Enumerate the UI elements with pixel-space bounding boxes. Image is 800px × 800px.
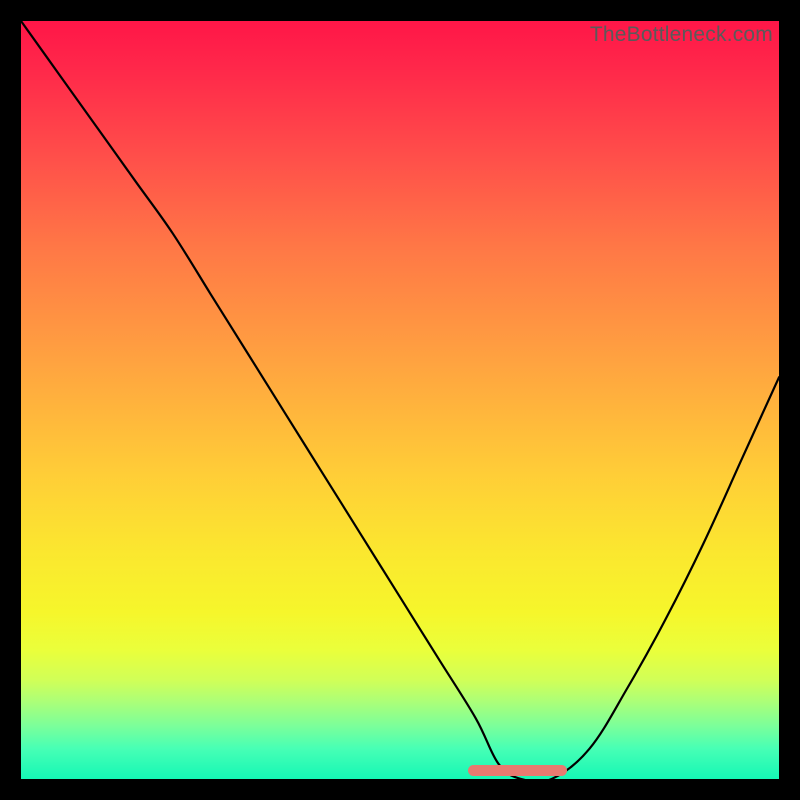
chart-plot-area: TheBottleneck.com <box>21 21 779 779</box>
optimal-range-marker <box>468 765 567 776</box>
chart-frame: TheBottleneck.com <box>0 0 800 800</box>
bottleneck-curve <box>21 21 779 779</box>
